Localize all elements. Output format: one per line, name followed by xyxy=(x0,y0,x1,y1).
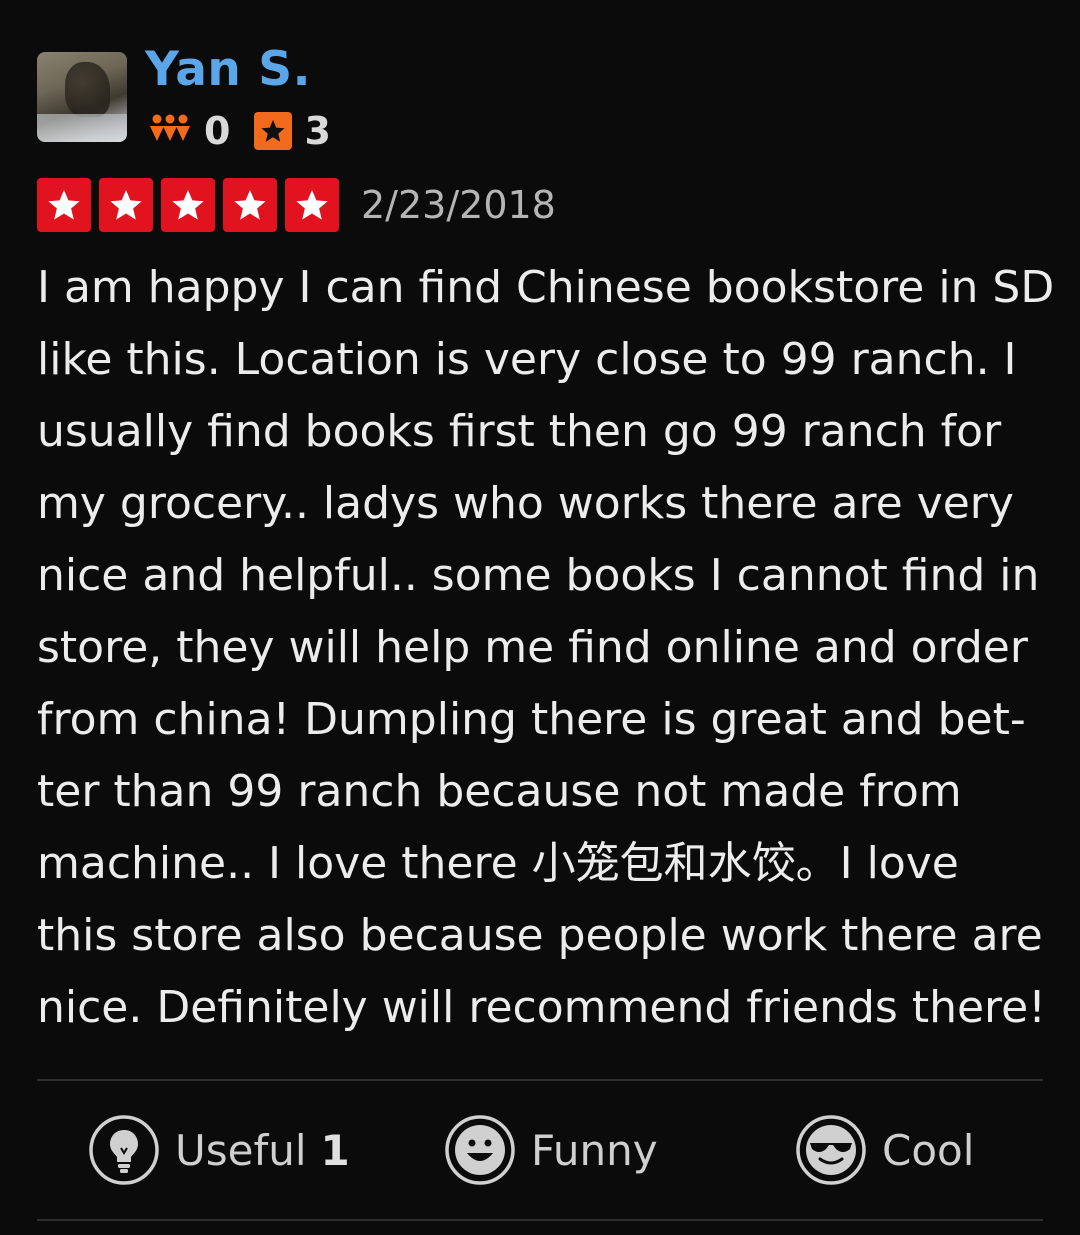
review-text-line: from china! Dumpling there is great and … xyxy=(37,694,1026,745)
review-text-line: nice. Definitely will recommend friends … xyxy=(37,982,1046,1033)
cool-button[interactable]: Cool xyxy=(796,1113,974,1187)
star-icon xyxy=(37,178,91,232)
friends-icon xyxy=(150,114,190,141)
star-icon xyxy=(161,178,215,232)
star-icon xyxy=(223,178,277,232)
rating-row: 2/23/2018 xyxy=(37,178,556,232)
review-text-line: ter than 99 ranch because not made from xyxy=(37,766,962,817)
avatar[interactable] xyxy=(37,52,127,142)
user-stats: 0 3 xyxy=(148,108,355,154)
friends-count: 0 xyxy=(204,109,231,153)
divider xyxy=(37,1219,1043,1221)
cool-label: Cool xyxy=(882,1125,975,1175)
review-text-line: I am happy I can find Chinese bookstore … xyxy=(37,262,1055,313)
review-text-line: like this. Location is very close to 99 … xyxy=(37,334,1017,385)
smiley-icon xyxy=(445,1115,515,1185)
funny-label: Funny xyxy=(531,1125,658,1175)
lightbulb-icon xyxy=(89,1115,159,1185)
useful-button[interactable]: Useful 1 xyxy=(89,1113,350,1187)
reviews-count: 3 xyxy=(304,109,331,153)
user-name-link[interactable]: Yan S. xyxy=(145,42,311,97)
review-text-line: store, they will help me find online and… xyxy=(37,622,1028,673)
star-icon xyxy=(285,178,339,232)
review-date: 2/23/2018 xyxy=(361,183,556,227)
review-text-line: my grocery.. ladys who works there are v… xyxy=(37,478,1014,529)
review-star-icon xyxy=(254,112,293,150)
review-card: Yan S. 0 3 2/23/2018 I am happy I can fi… xyxy=(0,0,1080,1235)
useful-count: 1 xyxy=(320,1125,350,1175)
star-icon xyxy=(99,178,153,232)
review-text-line: nice and helpful.. some books I cannot f… xyxy=(37,550,1040,601)
review-text-line: this store also because people work ther… xyxy=(37,910,1043,961)
divider xyxy=(37,1079,1043,1081)
review-text: I am happy I can find Chinese bookstore … xyxy=(37,252,1055,1044)
useful-label: Useful xyxy=(175,1125,307,1175)
funny-button[interactable]: Funny xyxy=(445,1113,658,1187)
review-text-line: usually find books first then go 99 ranc… xyxy=(37,406,1002,457)
sunglasses-icon xyxy=(796,1115,866,1185)
review-text-line: machine.. I love there 小笼包和水饺。I love xyxy=(37,838,959,889)
